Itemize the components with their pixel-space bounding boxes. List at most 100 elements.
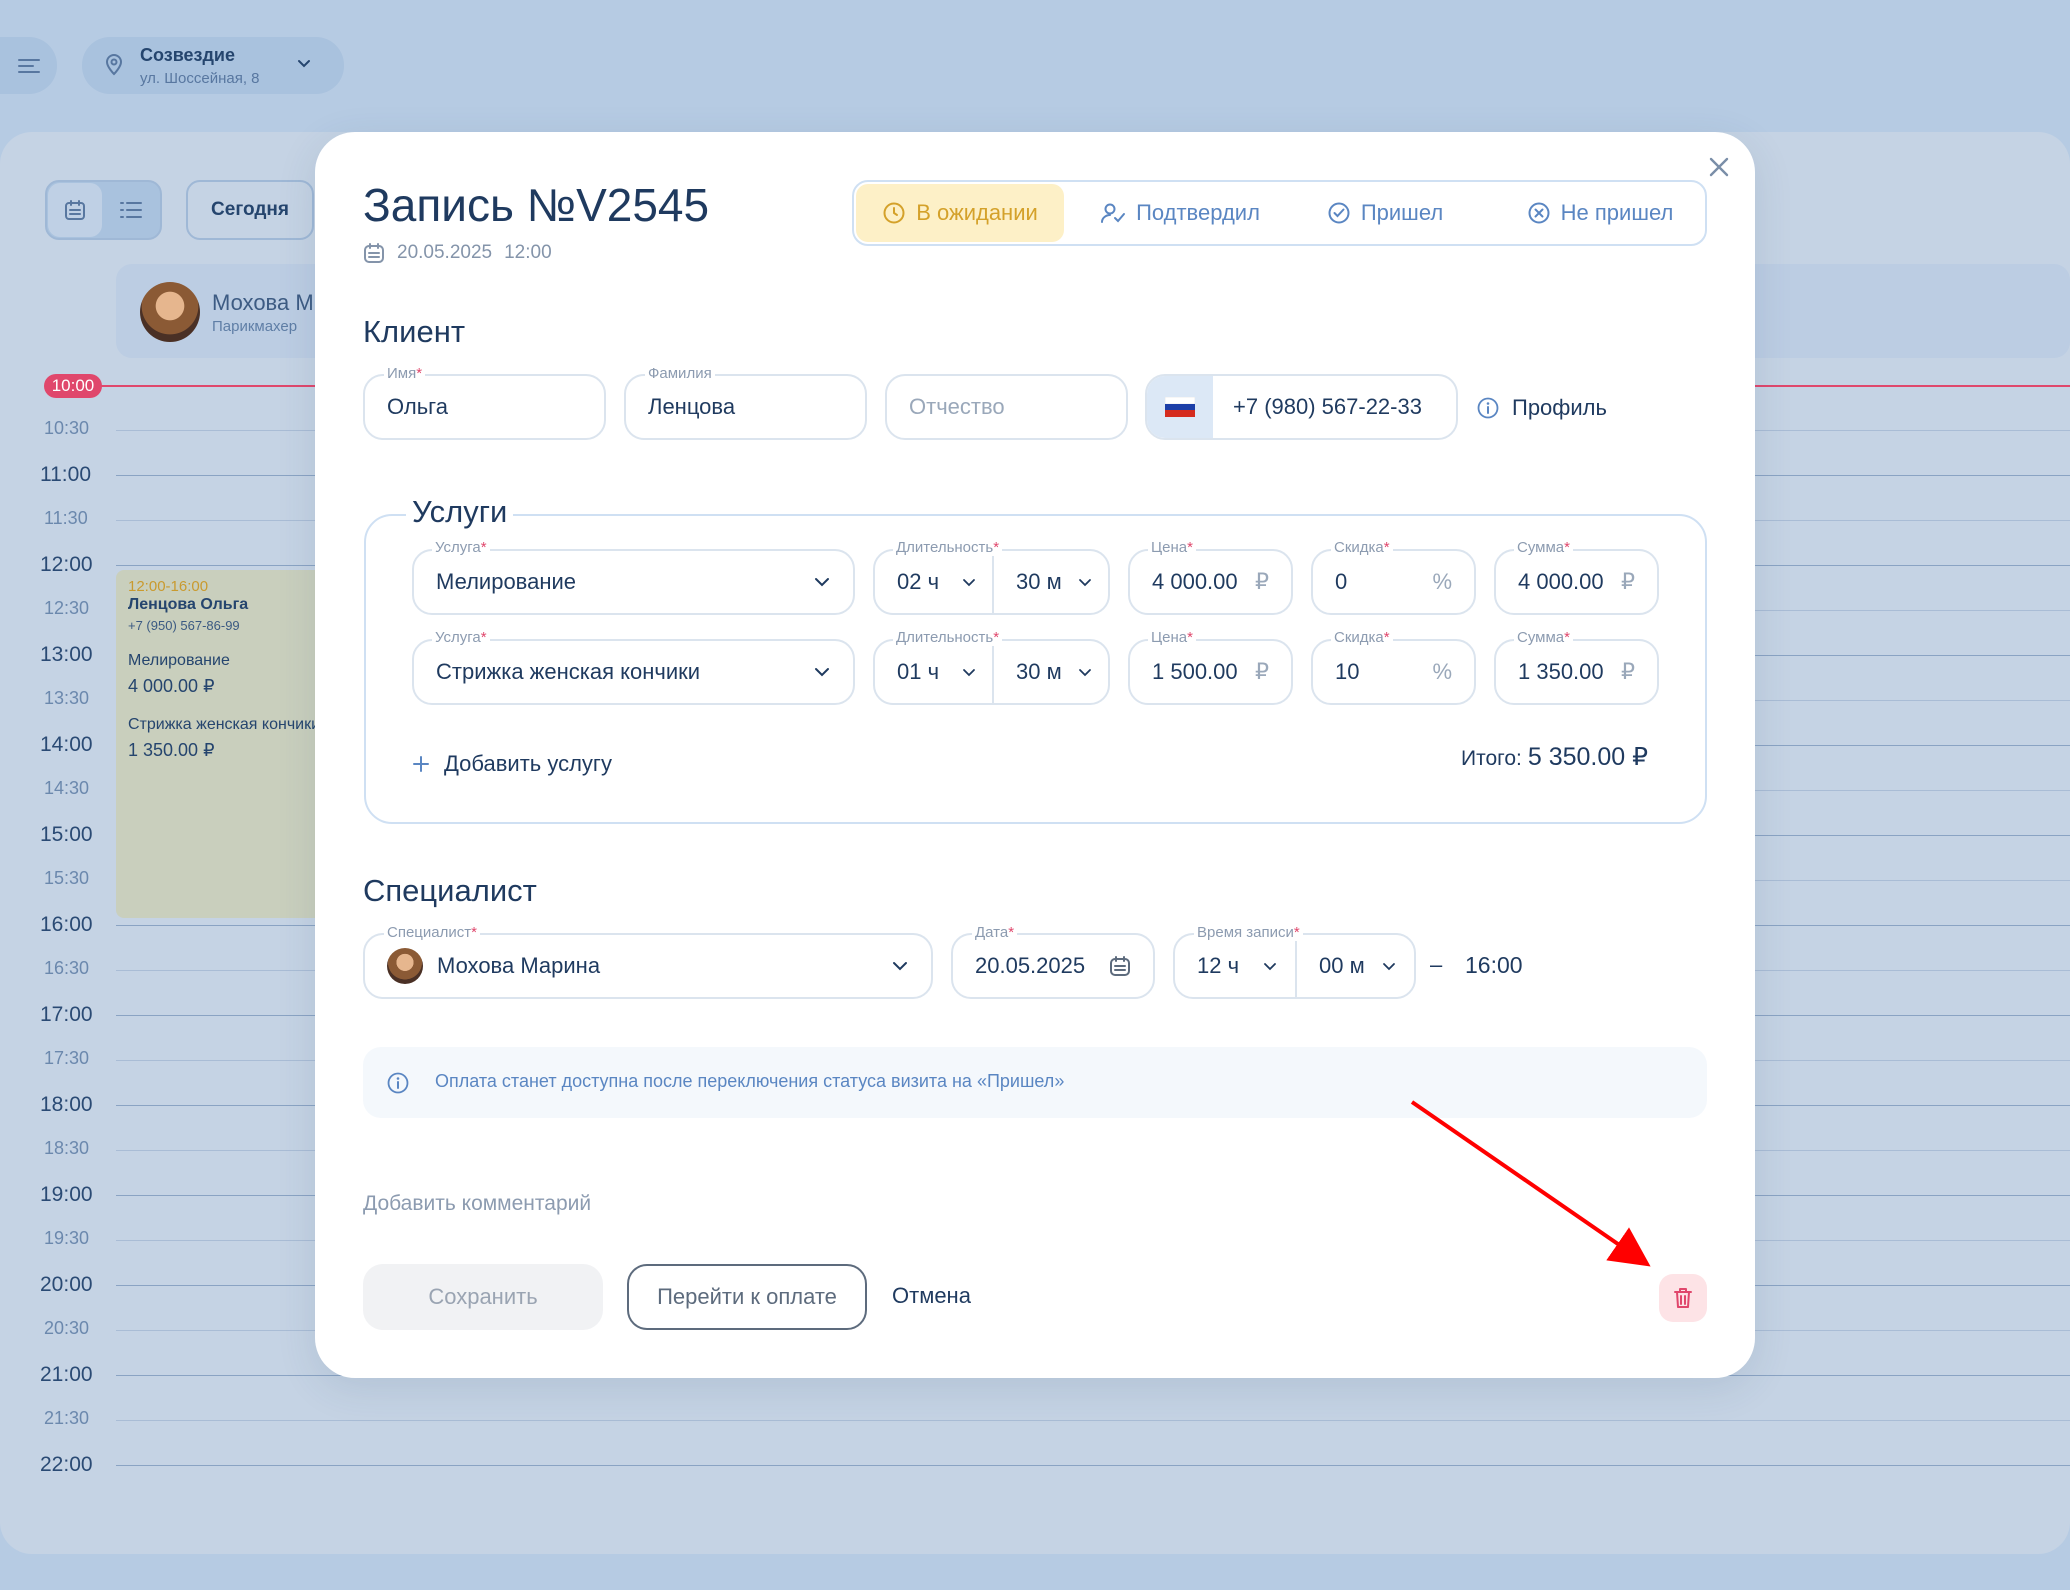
time-label: 18:00 — [40, 1093, 93, 1116]
time-label: 19:30 — [44, 1228, 90, 1248]
patronymic-field[interactable]: Отчество — [885, 374, 1128, 440]
sum-field[interactable]: 4 000.00 ₽ — [1494, 549, 1659, 615]
time-field: 12 ч 00 м — [1173, 933, 1416, 999]
payment-info-text: Оплата станет доступна после переключени… — [435, 1071, 1065, 1091]
duration-hours-select[interactable]: 01 ч — [875, 641, 994, 703]
services-total: Итого: 5 350.00 ₽ — [1461, 742, 1648, 772]
modal-title: Запись №V2545 — [363, 179, 710, 231]
time-label: 12:30 — [44, 598, 90, 618]
delete-button[interactable] — [1659, 1274, 1707, 1322]
total-value: 5 350.00 ₽ — [1527, 743, 1649, 771]
status-confirmed[interactable]: Подтвердил — [1070, 184, 1290, 242]
appointment-datetime: 20.05.2025 12:00 — [363, 242, 552, 264]
percent-symbol: % — [1432, 659, 1452, 684]
duration-minutes-select[interactable]: 30 м — [994, 641, 1108, 703]
avatar — [387, 948, 423, 984]
appointment-client: Ленцова Ольга — [128, 596, 249, 613]
hours-select[interactable]: 12 ч — [1175, 935, 1297, 997]
time-label: 16:30 — [44, 958, 90, 978]
status-pending[interactable]: В ожидании — [856, 184, 1064, 242]
last-name-label: Фамилия — [645, 365, 715, 382]
chevron-down-icon — [298, 60, 310, 68]
specialist-value: Мохова Марина — [437, 953, 601, 978]
first-name-field[interactable]: Ольга — [363, 374, 606, 440]
appointment-service: Мелирование — [128, 652, 230, 669]
time-label: 14:00 — [40, 733, 93, 756]
today-button[interactable]: Сегодня — [186, 180, 314, 240]
time-label: 16:00 — [40, 913, 93, 936]
status-no-show[interactable]: Не пришел — [1500, 184, 1700, 242]
profile-link[interactable]: Профиль — [1476, 395, 1607, 421]
appointment-service: Стрижка женская кончики — [128, 716, 321, 733]
price-field[interactable]: 1 500.00 ₽ — [1128, 639, 1293, 705]
sum-value: 4 000.00 — [1518, 569, 1604, 594]
last-name-field[interactable]: Ленцова — [624, 374, 867, 440]
currency-symbol: ₽ — [1621, 569, 1635, 594]
phone-field[interactable]: +7 (980) 567-22-33 — [1145, 374, 1458, 440]
add-comment-link[interactable]: Добавить комментарий — [363, 1192, 591, 1216]
duration-hours-value: 02 ч — [897, 569, 940, 594]
chevron-down-icon — [815, 578, 829, 587]
percent-symbol: % — [1432, 569, 1452, 594]
price-label: Цена* — [1148, 539, 1196, 556]
time-label: 21:00 — [40, 1363, 93, 1386]
service-value: Мелирование — [436, 569, 577, 594]
appointment-time: 12:00 — [504, 242, 552, 263]
duration-field: 01 ч 30 м — [873, 639, 1110, 705]
calendar-view-button[interactable] — [48, 183, 102, 237]
time-label: 14:30 — [44, 778, 90, 798]
time-label: 12:00 — [40, 553, 93, 576]
time-label: 20:00 — [40, 1273, 93, 1296]
sum-value: 1 350.00 — [1518, 659, 1604, 684]
calendar-icon — [364, 243, 384, 263]
time-label: 15:30 — [44, 868, 90, 888]
services-section-title: Услуги — [406, 494, 514, 530]
time-label: 11:30 — [44, 508, 88, 528]
status-arrived[interactable]: Пришел — [1300, 184, 1470, 242]
info-icon — [387, 1072, 409, 1094]
location-address: ул. Шоссейная, 8 — [140, 70, 260, 87]
time-label: 17:00 — [40, 1003, 93, 1026]
chevron-down-icon — [1079, 579, 1091, 587]
specialist-select[interactable]: Мохова Марина — [363, 933, 933, 999]
add-service-label: Добавить услугу — [444, 751, 612, 776]
list-view-button[interactable] — [104, 183, 158, 237]
price-field[interactable]: 4 000.00 ₽ — [1128, 549, 1293, 615]
chevron-down-icon — [1383, 963, 1395, 971]
service-label: Услуга* — [432, 629, 490, 646]
add-service-button[interactable]: Добавить услугу — [412, 751, 612, 777]
go-to-payment-button[interactable]: Перейти к оплате — [627, 1264, 867, 1330]
first-name-value: Ольга — [387, 394, 448, 419]
specialist-section-title: Специалист — [363, 873, 537, 908]
save-button[interactable]: Сохранить — [363, 1264, 603, 1330]
currency-symbol: ₽ — [1255, 569, 1269, 594]
menu-button[interactable] — [0, 37, 57, 94]
time-label: 18:30 — [44, 1138, 90, 1158]
status-label: В ожидании — [916, 200, 1038, 225]
duration-minutes-select[interactable]: 30 м — [994, 551, 1108, 613]
service-value: Стрижка женская кончики — [436, 659, 701, 684]
date-field[interactable]: 20.05.2025 — [951, 933, 1155, 999]
time-label: 13:00 — [40, 643, 93, 666]
discount-field[interactable]: 0 % — [1311, 549, 1476, 615]
time-label: Время записи* — [1194, 924, 1303, 941]
country-selector[interactable] — [1147, 376, 1213, 438]
duration-hours-value: 01 ч — [897, 659, 940, 684]
sum-field[interactable]: 1 350.00 ₽ — [1494, 639, 1659, 705]
location-pin-icon — [105, 54, 123, 76]
x-circle-icon — [1528, 202, 1550, 224]
current-time-badge: 10:00 — [44, 374, 102, 398]
date-value: 20.05.2025 — [975, 953, 1086, 978]
service-select[interactable]: Мелирование — [412, 549, 855, 615]
currency-symbol: ₽ — [1255, 659, 1269, 684]
discount-field[interactable]: 10 % — [1311, 639, 1476, 705]
close-icon[interactable] — [1706, 154, 1732, 180]
status-label: Подтвердил — [1136, 200, 1260, 225]
service-select[interactable]: Стрижка женская кончики — [412, 639, 855, 705]
location-name: Созвездие — [140, 45, 235, 65]
duration-hours-select[interactable]: 02 ч — [875, 551, 994, 613]
minutes-select[interactable]: 00 м — [1297, 935, 1414, 997]
menu-icon — [17, 58, 40, 73]
chevron-down-icon — [1264, 963, 1276, 971]
cancel-button[interactable]: Отмена — [892, 1283, 971, 1309]
